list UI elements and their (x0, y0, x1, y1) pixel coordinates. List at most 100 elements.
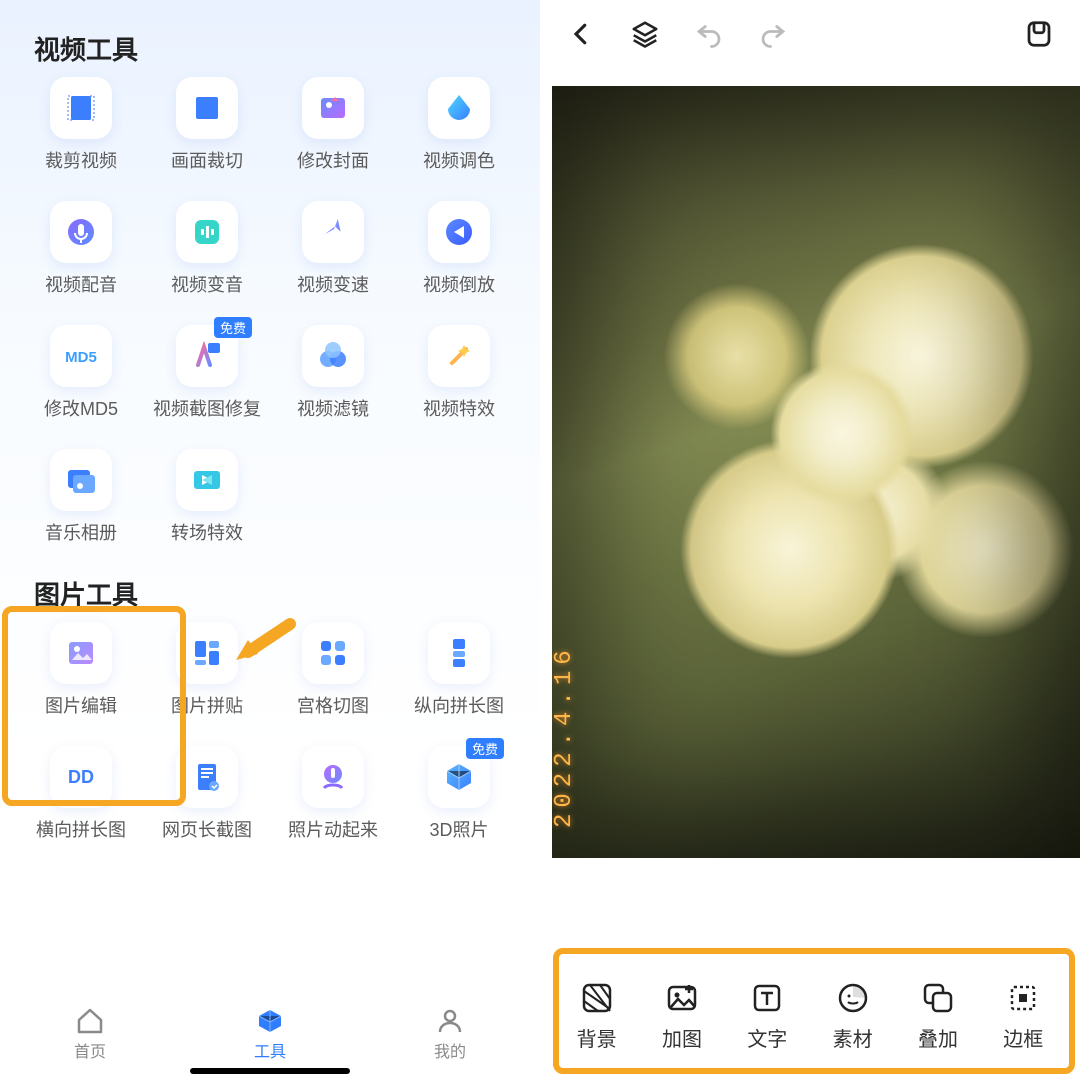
editor-topbar (540, 0, 1080, 68)
video-speed-icon (302, 201, 364, 263)
layers-icon[interactable] (630, 19, 660, 49)
back-icon[interactable] (566, 19, 596, 49)
editor-overlay[interactable]: 叠加 (895, 981, 980, 1052)
video-effect-icon (428, 325, 490, 387)
transition-icon (176, 449, 238, 511)
tool-crop-video[interactable]: 裁剪视频 (18, 77, 144, 173)
tool-label: 裁剪视频 (45, 147, 117, 173)
video-tools-header: 视频工具 (0, 0, 540, 77)
tool-video-color[interactable]: 视频调色 (396, 77, 522, 173)
tool-screenshot-repair[interactable]: 视频截图修复免费 (144, 325, 270, 421)
ebar-label: 文字 (747, 1023, 787, 1052)
tool-label: 宫格切图 (297, 692, 369, 718)
music-album-icon (50, 449, 112, 511)
tool-grid-cut[interactable]: 宫格切图 (270, 622, 396, 718)
ebar-label: 边框 (1003, 1023, 1043, 1052)
video-tools-grid: 裁剪视频 画面裁切 修改封面 视频调色视频配音 视频变音视频变速 视频倒放 MD5 修改MD5… (0, 77, 540, 545)
nav-me-icon (435, 1006, 465, 1036)
tool-video-reverse[interactable]: 视频倒放 (396, 201, 522, 297)
grid-cut-icon (302, 622, 364, 684)
tools-screen: 视频工具 裁剪视频 画面裁切 修改封面 视频调色视频配音 视频变音视频变速 视频倒放 MD5… (0, 0, 540, 1080)
tool-video-filter[interactable]: 视频滤镜 (270, 325, 396, 421)
change-cover-icon (302, 77, 364, 139)
image-tools-header: 图片工具 (0, 545, 540, 622)
nav-label: 我的 (434, 1038, 466, 1062)
tool-label: 音乐相册 (45, 519, 117, 545)
date-stamp: 2022.4.16 (552, 644, 578, 828)
nav-me[interactable]: 我的 (434, 1006, 466, 1062)
editor-sticker[interactable]: 素材 (810, 981, 895, 1052)
tool-web-long-shot[interactable]: 网页长截图 (144, 746, 270, 842)
tool-vertical-long[interactable]: 纵向拼长图 (396, 622, 522, 718)
save-icon[interactable] (1024, 19, 1054, 49)
editor-add-image[interactable]: 加图 (639, 981, 724, 1052)
tool-frame-crop[interactable]: 画面裁切 (144, 77, 270, 173)
tool-label: 网页长截图 (162, 816, 252, 842)
collage-icon (176, 622, 238, 684)
text-icon (750, 981, 784, 1015)
video-filter-icon (302, 325, 364, 387)
tool-image-edit[interactable]: 图片编辑 (18, 622, 144, 718)
editor-canvas[interactable]: 2022.4.16 (552, 86, 1080, 858)
tool-animate-photo[interactable]: 照片动起来 (270, 746, 396, 842)
tool-video-dub[interactable]: 视频配音 (18, 201, 144, 297)
tool-label: 图片编辑 (45, 692, 117, 718)
tool-label: 横向拼长图 (36, 816, 126, 842)
nav-home-icon (75, 1006, 105, 1036)
video-reverse-icon (428, 201, 490, 263)
ebar-label: 叠加 (918, 1023, 958, 1052)
add-image-icon (665, 981, 699, 1015)
redo-icon[interactable] (758, 19, 788, 49)
tool-label: 修改MD5 (44, 395, 118, 421)
tool-label: 视频变速 (297, 271, 369, 297)
vertical-long-icon (428, 622, 490, 684)
crop-video-icon (50, 77, 112, 139)
vignette-overlay (552, 86, 1080, 858)
video-voice-icon (176, 201, 238, 263)
bottom-nav: 首页 工具我的 (0, 988, 540, 1080)
tool-change-cover[interactable]: 修改封面 (270, 77, 396, 173)
tool-label: 3D照片 (429, 816, 488, 842)
editor-text[interactable]: 文字 (725, 981, 810, 1052)
bg-icon (580, 981, 614, 1015)
nav-tools[interactable]: 工具 (254, 1006, 286, 1062)
tool-label: 转场特效 (171, 519, 243, 545)
tool-video-voice[interactable]: 视频变音 (144, 201, 270, 297)
sticker-icon (836, 981, 870, 1015)
editor-screen: 2022.4.16 背景 加图 文字 素材 叠加 边框 (540, 0, 1080, 1080)
tool-label: 修改封面 (297, 147, 369, 173)
tool-music-album[interactable]: 音乐相册 (18, 449, 144, 545)
horizontal-long-icon: DD (50, 746, 112, 808)
ebar-label: 背景 (577, 1023, 617, 1052)
tool-transition[interactable]: 转场特效 (144, 449, 270, 545)
tool-3d-photo[interactable]: 3D照片免费 (396, 746, 522, 842)
tool-label: 视频配音 (45, 271, 117, 297)
tool-label: 画面裁切 (171, 147, 243, 173)
tool-label: 视频倒放 (423, 271, 495, 297)
tool-video-speed[interactable]: 视频变速 (270, 201, 396, 297)
ebar-label: 素材 (833, 1023, 873, 1052)
frame-icon (1006, 981, 1040, 1015)
tool-md5[interactable]: MD5 修改MD5 (18, 325, 144, 421)
editor-frame[interactable]: 边框 (981, 981, 1066, 1052)
tool-collage[interactable]: 图片拼贴 (144, 622, 270, 718)
overlay-icon (921, 981, 955, 1015)
image-tools-grid: 图片编辑 图片拼贴宫格切图 纵向拼长图 DD 横向拼长图 网页长截图照片动起来3D照片免费 (0, 622, 540, 842)
tool-label: 视频滤镜 (297, 395, 369, 421)
nav-home[interactable]: 首页 (74, 1006, 106, 1062)
tool-label: 视频调色 (423, 147, 495, 173)
ebar-label: 加图 (662, 1023, 702, 1052)
home-indicator (190, 1068, 350, 1074)
video-dub-icon (50, 201, 112, 263)
image-edit-icon (50, 622, 112, 684)
nav-label: 首页 (74, 1038, 106, 1062)
web-long-shot-icon (176, 746, 238, 808)
video-color-icon (428, 77, 490, 139)
tool-horizontal-long[interactable]: DD 横向拼长图 (18, 746, 144, 842)
frame-crop-icon (176, 77, 238, 139)
editor-bg[interactable]: 背景 (554, 981, 639, 1052)
undo-icon[interactable] (694, 19, 724, 49)
md5-icon: MD5 (50, 325, 112, 387)
tool-video-effect[interactable]: 视频特效 (396, 325, 522, 421)
editor-bottombar: 背景 加图 文字 素材 叠加 边框 (540, 952, 1080, 1080)
